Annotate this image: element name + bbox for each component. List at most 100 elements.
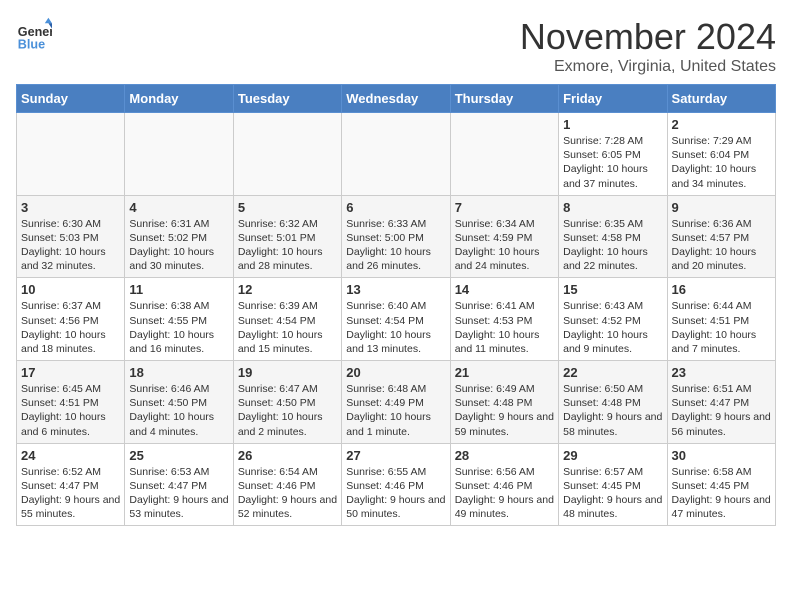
- calendar-cell: 25 Sunrise: 6:53 AM Sunset: 4:47 PM Dayli…: [125, 443, 233, 526]
- day-info: Sunrise: 6:34 AM Sunset: 4:59 PM Dayligh…: [455, 217, 554, 274]
- day-info: Sunrise: 6:49 AM Sunset: 4:48 PM Dayligh…: [455, 382, 554, 439]
- calendar-cell: 20 Sunrise: 6:48 AM Sunset: 4:49 PM Dayli…: [342, 361, 450, 444]
- day-info: Sunrise: 7:28 AM Sunset: 6:05 PM Dayligh…: [563, 134, 662, 191]
- weekday-header-thursday: Thursday: [450, 85, 558, 113]
- day-info: Sunrise: 6:53 AM Sunset: 4:47 PM Dayligh…: [129, 465, 228, 522]
- weekday-header-sunday: Sunday: [17, 85, 125, 113]
- week-row-3: 10 Sunrise: 6:37 AM Sunset: 4:56 PM Dayli…: [17, 278, 776, 361]
- calendar-cell: [233, 113, 341, 196]
- day-number: 14: [455, 282, 554, 297]
- day-info: Sunrise: 6:33 AM Sunset: 5:00 PM Dayligh…: [346, 217, 445, 274]
- day-info: Sunrise: 6:31 AM Sunset: 5:02 PM Dayligh…: [129, 217, 228, 274]
- day-info: Sunrise: 6:37 AM Sunset: 4:56 PM Dayligh…: [21, 299, 120, 356]
- day-number: 18: [129, 365, 228, 380]
- day-number: 20: [346, 365, 445, 380]
- day-number: 10: [21, 282, 120, 297]
- day-number: 13: [346, 282, 445, 297]
- calendar-cell: 8Sunrise: 6:35 AM Sunset: 4:58 PM Daylig…: [559, 195, 667, 278]
- day-number: 2: [672, 117, 771, 132]
- day-info: Sunrise: 6:38 AM Sunset: 4:55 PM Dayligh…: [129, 299, 228, 356]
- weekday-header-saturday: Saturday: [667, 85, 775, 113]
- day-info: Sunrise: 6:58 AM Sunset: 4:45 PM Dayligh…: [672, 465, 771, 522]
- calendar-cell: 16Sunrise: 6:44 AM Sunset: 4:51 PM Dayli…: [667, 278, 775, 361]
- weekday-header-row: SundayMondayTuesdayWednesdayThursdayFrid…: [17, 85, 776, 113]
- day-number: 25: [129, 448, 228, 463]
- weekday-header-tuesday: Tuesday: [233, 85, 341, 113]
- calendar-cell: 1 Sunrise: 7:28 AM Sunset: 6:05 PM Daylig…: [559, 113, 667, 196]
- day-number: 5: [238, 200, 337, 215]
- day-number: 3: [21, 200, 120, 215]
- svg-text:Blue: Blue: [18, 37, 45, 51]
- day-number: 8: [563, 200, 662, 215]
- day-info: Sunrise: 6:39 AM Sunset: 4:54 PM Dayligh…: [238, 299, 337, 356]
- calendar-cell: 15Sunrise: 6:43 AM Sunset: 4:52 PM Dayli…: [559, 278, 667, 361]
- calendar-cell: 6 Sunrise: 6:33 AM Sunset: 5:00 PM Daylig…: [342, 195, 450, 278]
- weekday-header-friday: Friday: [559, 85, 667, 113]
- logo: General Blue: [16, 16, 52, 52]
- calendar-cell: 17 Sunrise: 6:45 AM Sunset: 4:51 PM Dayli…: [17, 361, 125, 444]
- day-number: 1: [563, 117, 662, 132]
- calendar-cell: 29Sunrise: 6:57 AM Sunset: 4:45 PM Dayli…: [559, 443, 667, 526]
- calendar-cell: 30 Sunrise: 6:58 AM Sunset: 4:45 PM Dayli…: [667, 443, 775, 526]
- day-number: 29: [563, 448, 662, 463]
- day-number: 16: [672, 282, 771, 297]
- weekday-header-monday: Monday: [125, 85, 233, 113]
- day-number: 27: [346, 448, 445, 463]
- calendar-cell: 9Sunrise: 6:36 AM Sunset: 4:57 PM Daylig…: [667, 195, 775, 278]
- day-number: 17: [21, 365, 120, 380]
- calendar-cell: [17, 113, 125, 196]
- calendar-cell: 12 Sunrise: 6:39 AM Sunset: 4:54 PM Dayli…: [233, 278, 341, 361]
- day-info: Sunrise: 6:55 AM Sunset: 4:46 PM Dayligh…: [346, 465, 445, 522]
- day-number: 4: [129, 200, 228, 215]
- day-info: Sunrise: 6:46 AM Sunset: 4:50 PM Dayligh…: [129, 382, 228, 439]
- weekday-header-wednesday: Wednesday: [342, 85, 450, 113]
- day-info: Sunrise: 7:29 AM Sunset: 6:04 PM Dayligh…: [672, 134, 771, 191]
- day-number: 24: [21, 448, 120, 463]
- calendar-cell: 4 Sunrise: 6:31 AM Sunset: 5:02 PM Daylig…: [125, 195, 233, 278]
- week-row-1: 1 Sunrise: 7:28 AM Sunset: 6:05 PM Daylig…: [17, 113, 776, 196]
- calendar-cell: 19Sunrise: 6:47 AM Sunset: 4:50 PM Dayli…: [233, 361, 341, 444]
- calendar-cell: 28 Sunrise: 6:56 AM Sunset: 4:46 PM Dayli…: [450, 443, 558, 526]
- day-number: 30: [672, 448, 771, 463]
- calendar-cell: 21 Sunrise: 6:49 AM Sunset: 4:48 PM Dayli…: [450, 361, 558, 444]
- calendar-cell: 7Sunrise: 6:34 AM Sunset: 4:59 PM Daylig…: [450, 195, 558, 278]
- day-info: Sunrise: 6:43 AM Sunset: 4:52 PM Dayligh…: [563, 299, 662, 356]
- day-number: 12: [238, 282, 337, 297]
- day-info: Sunrise: 6:47 AM Sunset: 4:50 PM Dayligh…: [238, 382, 337, 439]
- day-info: Sunrise: 6:50 AM Sunset: 4:48 PM Dayligh…: [563, 382, 662, 439]
- calendar-cell: 23 Sunrise: 6:51 AM Sunset: 4:47 PM Dayli…: [667, 361, 775, 444]
- month-title: November 2024: [520, 16, 776, 58]
- day-info: Sunrise: 6:52 AM Sunset: 4:47 PM Dayligh…: [21, 465, 120, 522]
- day-info: Sunrise: 6:51 AM Sunset: 4:47 PM Dayligh…: [672, 382, 771, 439]
- calendar-table: SundayMondayTuesdayWednesdayThursdayFrid…: [16, 84, 776, 526]
- title-area: November 2024 Exmore, Virginia, United S…: [520, 16, 776, 76]
- location-title: Exmore, Virginia, United States: [520, 58, 776, 76]
- day-number: 6: [346, 200, 445, 215]
- calendar-cell: 11Sunrise: 6:38 AM Sunset: 4:55 PM Dayli…: [125, 278, 233, 361]
- calendar-cell: 27 Sunrise: 6:55 AM Sunset: 4:46 PM Dayli…: [342, 443, 450, 526]
- week-row-4: 17 Sunrise: 6:45 AM Sunset: 4:51 PM Dayli…: [17, 361, 776, 444]
- calendar-cell: 14 Sunrise: 6:41 AM Sunset: 4:53 PM Dayli…: [450, 278, 558, 361]
- day-info: Sunrise: 6:54 AM Sunset: 4:46 PM Dayligh…: [238, 465, 337, 522]
- calendar-cell: 5 Sunrise: 6:32 AM Sunset: 5:01 PM Daylig…: [233, 195, 341, 278]
- calendar-cell: 10 Sunrise: 6:37 AM Sunset: 4:56 PM Dayli…: [17, 278, 125, 361]
- day-number: 26: [238, 448, 337, 463]
- day-info: Sunrise: 6:45 AM Sunset: 4:51 PM Dayligh…: [21, 382, 120, 439]
- header: General Blue November 2024 Exmore, Virgi…: [16, 16, 776, 76]
- day-number: 28: [455, 448, 554, 463]
- calendar-cell: 24 Sunrise: 6:52 AM Sunset: 4:47 PM Dayli…: [17, 443, 125, 526]
- calendar-cell: 18 Sunrise: 6:46 AM Sunset: 4:50 PM Dayli…: [125, 361, 233, 444]
- calendar-cell: 26 Sunrise: 6:54 AM Sunset: 4:46 PM Dayli…: [233, 443, 341, 526]
- week-row-2: 3Sunrise: 6:30 AM Sunset: 5:03 PM Daylig…: [17, 195, 776, 278]
- day-info: Sunrise: 6:56 AM Sunset: 4:46 PM Dayligh…: [455, 465, 554, 522]
- calendar-cell: [125, 113, 233, 196]
- calendar-cell: [342, 113, 450, 196]
- day-number: 23: [672, 365, 771, 380]
- calendar-cell: 2 Sunrise: 7:29 AM Sunset: 6:04 PM Daylig…: [667, 113, 775, 196]
- day-info: Sunrise: 6:48 AM Sunset: 4:49 PM Dayligh…: [346, 382, 445, 439]
- day-info: Sunrise: 6:32 AM Sunset: 5:01 PM Dayligh…: [238, 217, 337, 274]
- day-number: 21: [455, 365, 554, 380]
- day-info: Sunrise: 6:41 AM Sunset: 4:53 PM Dayligh…: [455, 299, 554, 356]
- logo-icon: General Blue: [16, 16, 52, 52]
- calendar-cell: 3Sunrise: 6:30 AM Sunset: 5:03 PM Daylig…: [17, 195, 125, 278]
